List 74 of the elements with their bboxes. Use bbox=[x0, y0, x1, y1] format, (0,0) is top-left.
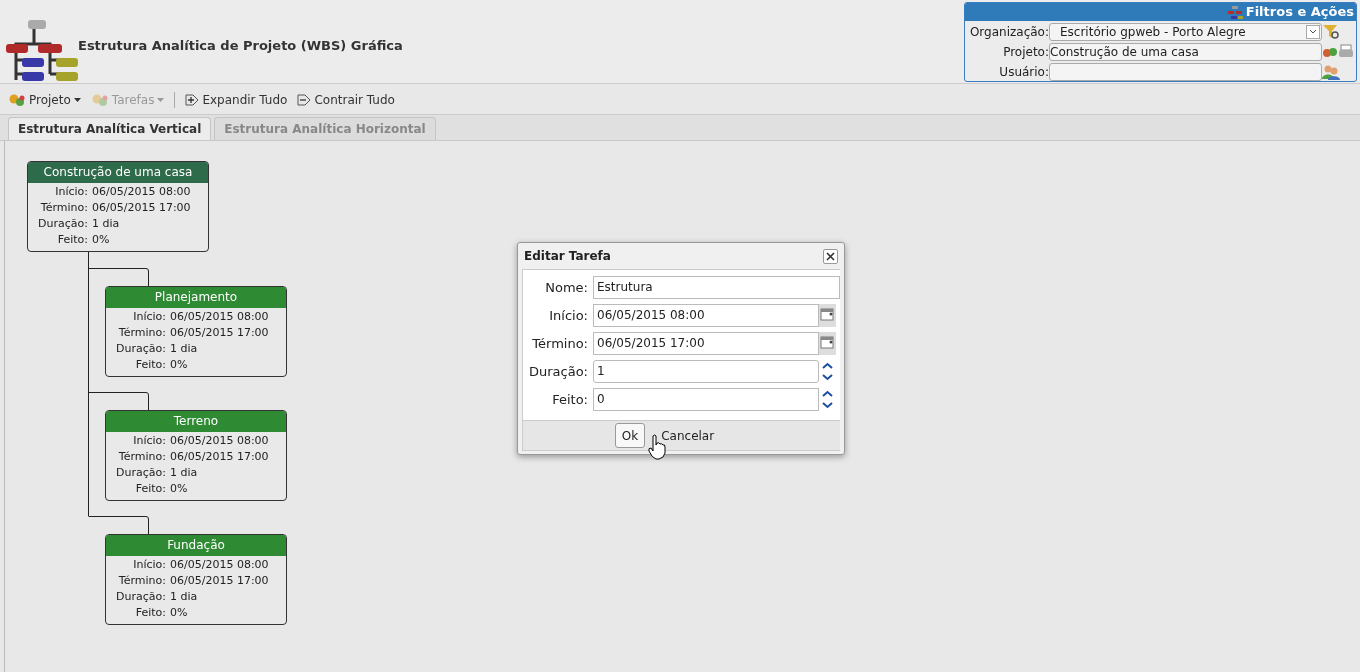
field-value: 06/05/2015 08:00 bbox=[170, 309, 270, 325]
field-value: 0% bbox=[170, 605, 189, 621]
dropdown-caret-icon bbox=[1306, 24, 1320, 39]
field-label: Término: bbox=[117, 325, 167, 341]
field-label: Projeto: bbox=[1002, 43, 1049, 61]
cancel-button[interactable]: Cancelar bbox=[655, 423, 721, 448]
task-title: Construção de uma casa bbox=[28, 162, 208, 183]
field-label: Feito: bbox=[56, 232, 89, 248]
field-value: 0% bbox=[170, 481, 189, 497]
field-value: 1 dia bbox=[170, 589, 199, 605]
task-title: Planejamento bbox=[106, 287, 286, 308]
task-title: Fundação bbox=[106, 535, 286, 556]
calendar-icon[interactable] bbox=[819, 304, 836, 327]
tab[interactable]: Estrutura Analítica Vertical bbox=[8, 117, 212, 140]
field-value: 06/05/2015 17:00 bbox=[170, 449, 270, 465]
date-field[interactable]: 06/05/2015 17:00 bbox=[593, 332, 819, 355]
task-title: Terreno bbox=[106, 411, 286, 432]
field-value: 1 dia bbox=[170, 465, 199, 481]
organization-select[interactable]: Escritório gpweb - Porto Alegre bbox=[1049, 22, 1322, 41]
field-value: 06/05/2015 08:00 bbox=[170, 557, 270, 573]
dialog-title: Editar Tarefa bbox=[524, 248, 611, 265]
field-label: Início: bbox=[54, 184, 89, 200]
field-label: Duração: bbox=[37, 216, 89, 232]
field-label: Término: bbox=[117, 573, 167, 589]
field-label: Usuário: bbox=[998, 63, 1049, 81]
text-field[interactable] bbox=[1049, 62, 1322, 81]
menu-button[interactable]: Projeto bbox=[8, 90, 81, 109]
text-field[interactable]: Construção de uma casa bbox=[1049, 42, 1322, 61]
field-label: Início: bbox=[132, 557, 167, 573]
caret-icon bbox=[73, 97, 81, 102]
page-title: Estrutura Analítica de Projeto (WBS) Gráfica bbox=[78, 37, 403, 55]
field-label: Feito: bbox=[134, 481, 167, 497]
field-value: 06/05/2015 08:00 bbox=[170, 433, 270, 449]
toolbar-button[interactable]: Expandir Tudo bbox=[185, 90, 288, 109]
field-label: Duração: bbox=[115, 341, 167, 357]
close-icon bbox=[826, 251, 835, 261]
text-field[interactable]: Estrutura bbox=[593, 276, 840, 299]
field-value: 0% bbox=[170, 357, 189, 373]
field-label: Organização: bbox=[968, 23, 1049, 41]
field-label: Início: bbox=[132, 433, 167, 449]
field-label: Feito: bbox=[551, 390, 589, 409]
field-label: Término: bbox=[531, 334, 589, 353]
caret-icon bbox=[157, 97, 165, 102]
field-value: 06/05/2015 17:00 bbox=[170, 573, 270, 589]
users-icon[interactable] bbox=[1322, 63, 1340, 80]
number-field[interactable]: 0 bbox=[593, 388, 819, 411]
field-value: 06/05/2015 17:00 bbox=[92, 200, 192, 216]
field-value: 06/05/2015 17:00 bbox=[170, 325, 270, 341]
close-button[interactable] bbox=[823, 248, 838, 264]
field-label: Duração: bbox=[528, 362, 589, 381]
field-label: Duração: bbox=[115, 465, 167, 481]
calendar-icon[interactable] bbox=[819, 332, 836, 355]
field-label: Início: bbox=[548, 306, 589, 325]
field-label: Duração: bbox=[115, 589, 167, 605]
field-value: 1 dia bbox=[170, 341, 199, 357]
filter-icon[interactable] bbox=[1322, 23, 1340, 40]
number-field[interactable]: 1 bbox=[593, 360, 819, 383]
panel-title: Filtros e Ações bbox=[1245, 3, 1354, 22]
field-value: 06/05/2015 08:00 bbox=[92, 184, 192, 200]
field-value: 1 dia bbox=[92, 216, 121, 232]
field-value: 0% bbox=[92, 232, 111, 248]
field-label: Término: bbox=[117, 449, 167, 465]
hierarchy-icon bbox=[1226, 5, 1243, 19]
field-label: Feito: bbox=[134, 605, 167, 621]
collapse-icon bbox=[297, 93, 312, 106]
field-label: Nome: bbox=[544, 278, 589, 297]
field-label: Término: bbox=[39, 200, 89, 216]
date-field[interactable]: 06/05/2015 08:00 bbox=[593, 304, 819, 327]
toolbar-button[interactable]: Contrair Tudo bbox=[297, 90, 395, 109]
expand-icon bbox=[185, 93, 200, 106]
ok-button[interactable]: Ok bbox=[614, 423, 646, 448]
field-label: Feito: bbox=[134, 357, 167, 373]
printer-icon[interactable] bbox=[1338, 44, 1354, 59]
field-label: Início: bbox=[132, 309, 167, 325]
